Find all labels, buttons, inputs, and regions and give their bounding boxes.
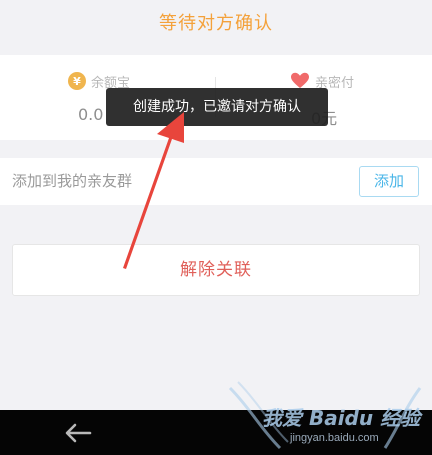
navigation-bar: [0, 410, 432, 455]
page-title: 等待对方确认: [0, 0, 432, 48]
back-arrow-icon[interactable]: [62, 420, 94, 446]
unlink-button[interactable]: 解除关联: [12, 244, 420, 296]
family-group-label: 添加到我的亲友群: [12, 172, 133, 190]
family-group-row: 添加到我的亲友群 添加: [0, 158, 432, 205]
success-toast: 创建成功，已邀请对方确认: [106, 88, 328, 126]
add-button[interactable]: 添加: [359, 166, 419, 197]
coin-icon: ¥: [68, 72, 86, 90]
yuebao-amount: 0.0: [78, 105, 104, 124]
